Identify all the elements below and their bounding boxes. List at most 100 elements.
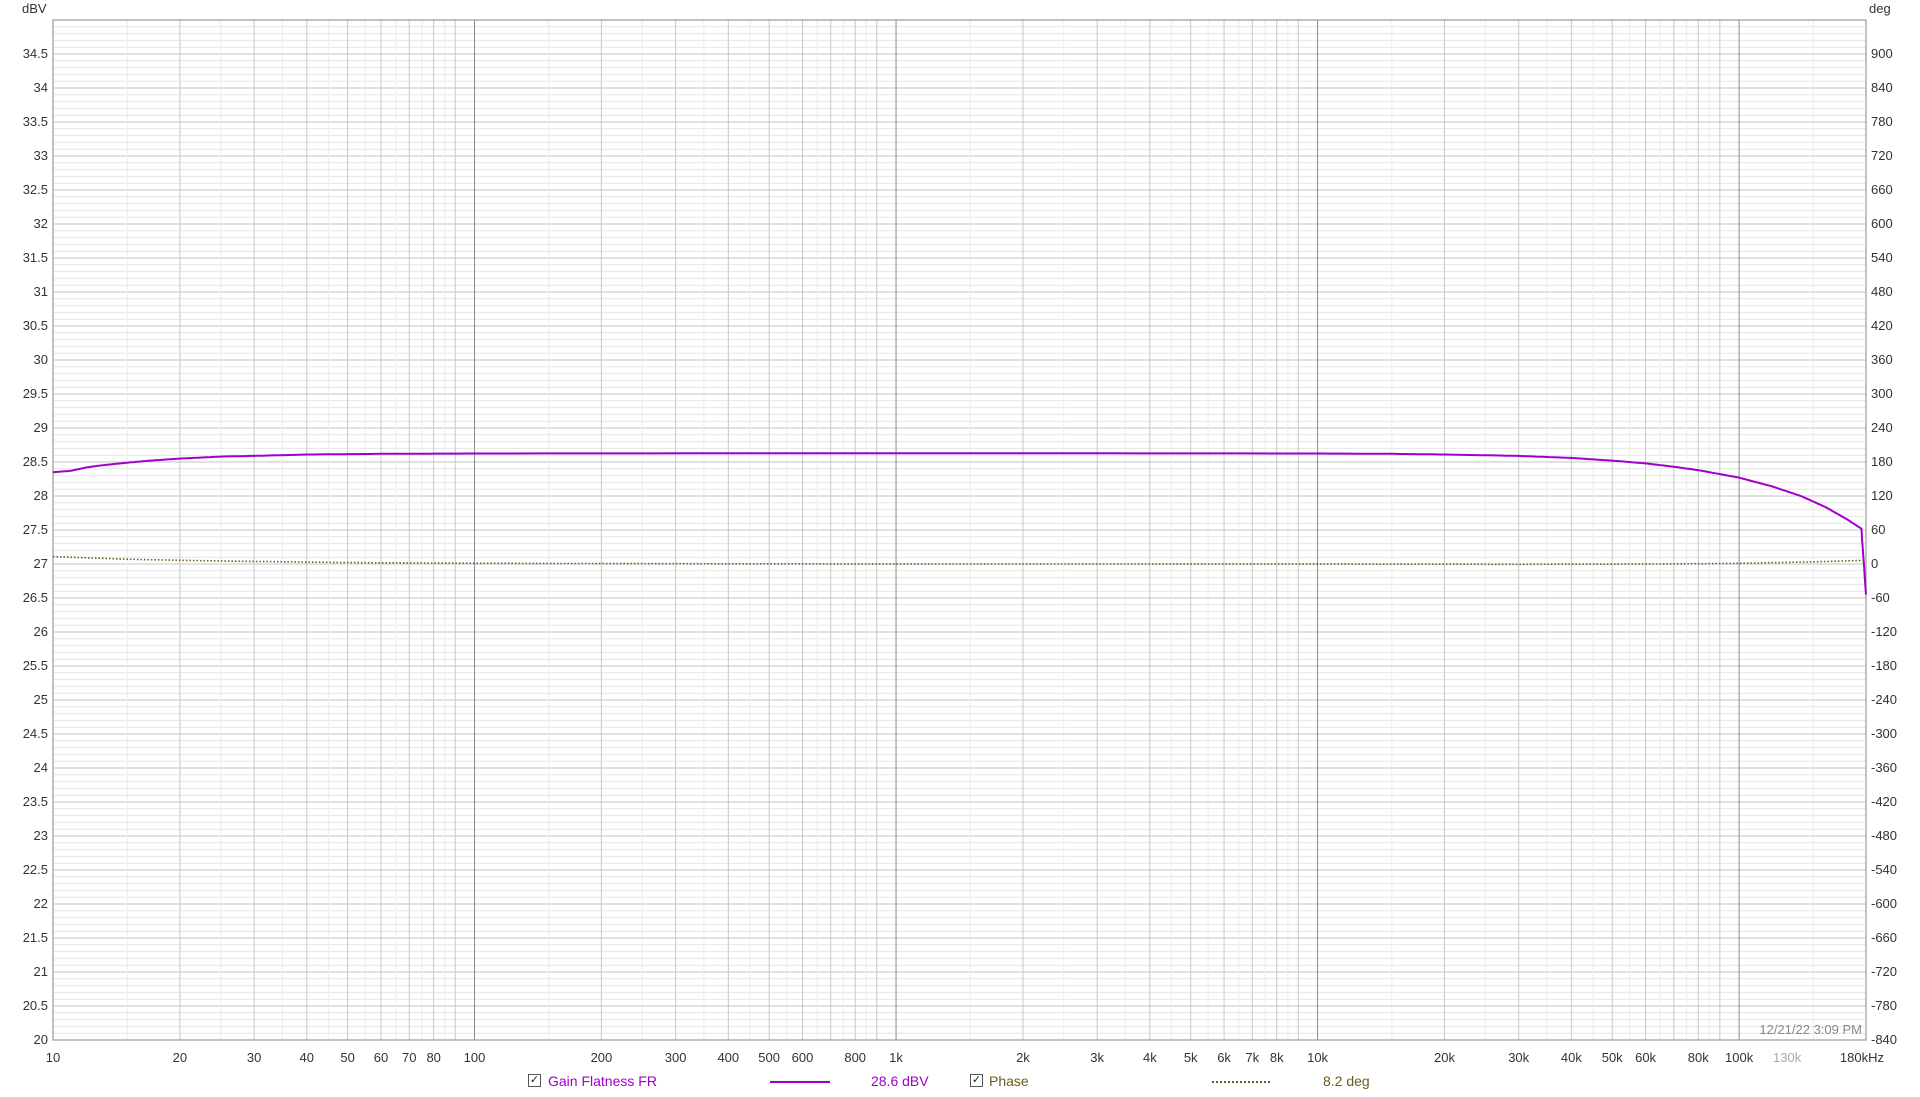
x-tick-label: 80k xyxy=(1688,1050,1709,1065)
right-tick-label: -480 xyxy=(1871,828,1897,843)
left-tick-label: 24 xyxy=(34,760,48,775)
right-tick-label: -420 xyxy=(1871,794,1897,809)
right-tick-label: 360 xyxy=(1871,352,1893,367)
x-tick-label: 80 xyxy=(426,1050,440,1065)
x-tick-label: 400 xyxy=(717,1050,739,1065)
right-tick-label: -720 xyxy=(1871,964,1897,979)
left-tick-label: 29 xyxy=(34,420,48,435)
right-tick-label: -60 xyxy=(1871,590,1890,605)
timestamp: 12/21/22 3:09 PM xyxy=(1759,1022,1862,1037)
x-axis-ticks: 10 20 30 40 50 60 70 80 100 200 300 400 500 600 800 1k 2… xyxy=(46,1050,1884,1065)
left-tick-label: 24.5 xyxy=(23,726,48,741)
left-tick-label: 25.5 xyxy=(23,658,48,673)
gain-checkbox[interactable]: ✓ xyxy=(528,1074,541,1087)
x-tick-label: 30 xyxy=(247,1050,261,1065)
right-tick-label: 480 xyxy=(1871,284,1893,299)
left-tick-label: 31 xyxy=(34,284,48,299)
left-tick-label: 28.5 xyxy=(23,454,48,469)
left-tick-label: 34 xyxy=(34,80,48,95)
left-tick-label: 27.5 xyxy=(23,522,48,537)
phase-readout: 8.2 deg xyxy=(1323,1073,1370,1089)
right-axis-unit: deg xyxy=(1869,1,1891,16)
right-tick-label: 780 xyxy=(1871,114,1893,129)
frequency-response-chart: 20 20.5 21 21.5 22 22.5 23 23.5 24 24.5 25 25.5 26 26… xyxy=(22,1,1897,1065)
right-tick-label: -660 xyxy=(1871,930,1897,945)
x-tick-label: 70 xyxy=(402,1050,416,1065)
x-tick-label: 10 xyxy=(46,1050,60,1065)
right-tick-label: 900 xyxy=(1871,46,1893,61)
x-tick-label: 4k xyxy=(1143,1050,1157,1065)
left-tick-label: 26.5 xyxy=(23,590,48,605)
left-tick-label: 21.5 xyxy=(23,930,48,945)
x-tick-label: 300 xyxy=(665,1050,687,1065)
x-tick-label: 2k xyxy=(1016,1050,1030,1065)
x-tick-label: 3k xyxy=(1090,1050,1104,1065)
left-tick-label: 23.5 xyxy=(23,794,48,809)
x-tick-label: 130k xyxy=(1773,1050,1802,1065)
x-tick-label: 60k xyxy=(1635,1050,1656,1065)
x-tick-label: 6k xyxy=(1217,1050,1231,1065)
right-tick-label: 120 xyxy=(1871,488,1893,503)
left-tick-label: 28 xyxy=(34,488,48,503)
left-tick-label: 30 xyxy=(34,352,48,367)
x-tick-label: 20 xyxy=(173,1050,187,1065)
left-tick-label: 23 xyxy=(34,828,48,843)
left-tick-label: 27 xyxy=(34,556,48,571)
right-tick-label: 840 xyxy=(1871,80,1893,95)
right-tick-label: 720 xyxy=(1871,148,1893,163)
x-tick-label: 50 xyxy=(340,1050,354,1065)
left-tick-label: 34.5 xyxy=(23,46,48,61)
right-tick-label: 180 xyxy=(1871,454,1893,469)
x-tick-label: 500 xyxy=(758,1050,780,1065)
right-tick-label: 540 xyxy=(1871,250,1893,265)
phase-legend-swatch xyxy=(1212,1081,1270,1083)
right-tick-label: 240 xyxy=(1871,420,1893,435)
x-tick-label: 40 xyxy=(300,1050,314,1065)
x-tick-label: 20k xyxy=(1434,1050,1455,1065)
left-tick-label: 30.5 xyxy=(23,318,48,333)
grid-lines xyxy=(52,20,1867,1040)
right-tick-label: -840 xyxy=(1871,1032,1897,1047)
right-tick-label: 420 xyxy=(1871,318,1893,333)
phase-line xyxy=(52,555,1867,566)
x-tick-label: 10k xyxy=(1307,1050,1328,1065)
left-tick-label: 20 xyxy=(34,1032,48,1047)
right-tick-label: 600 xyxy=(1871,216,1893,231)
phase-checkbox[interactable]: ✓ xyxy=(970,1074,983,1087)
series-group xyxy=(52,452,1867,595)
right-tick-label: 660 xyxy=(1871,182,1893,197)
left-tick-label: 32.5 xyxy=(23,182,48,197)
left-tick-label: 33 xyxy=(34,148,48,163)
x-tick-label: 7k xyxy=(1245,1050,1259,1065)
phase-legend-label: Phase xyxy=(989,1073,1029,1089)
gain-legend-swatch xyxy=(770,1081,830,1083)
x-tick-label: 60 xyxy=(374,1050,388,1065)
left-axis-unit: dBV xyxy=(22,1,47,16)
x-tick-label: 50k xyxy=(1602,1050,1623,1065)
right-tick-label: -240 xyxy=(1871,692,1897,707)
gain-flatness-line xyxy=(52,452,1867,595)
right-axis-ticks: -840-780-720-660-600-540-480-420-360-300… xyxy=(1871,46,1897,1047)
left-tick-label: 32 xyxy=(34,216,48,231)
x-tick-label: 5k xyxy=(1184,1050,1198,1065)
left-axis-ticks: 20 20.5 21 21.5 22 22.5 23 23.5 24 24.5 25 25.5 26 26… xyxy=(23,46,48,1047)
right-tick-label: 300 xyxy=(1871,386,1893,401)
right-tick-label: -540 xyxy=(1871,862,1897,877)
x-tick-label: 600 xyxy=(792,1050,814,1065)
left-tick-label: 26 xyxy=(34,624,48,639)
left-tick-label: 25 xyxy=(34,692,48,707)
x-tick-label: 100 xyxy=(464,1050,486,1065)
x-tick-label: 30k xyxy=(1508,1050,1529,1065)
left-tick-label: 22 xyxy=(34,896,48,911)
right-tick-label: 0 xyxy=(1871,556,1878,571)
left-tick-label: 31.5 xyxy=(23,250,48,265)
left-tick-label: 22.5 xyxy=(23,862,48,877)
x-tick-label: 1k xyxy=(889,1050,903,1065)
right-tick-label: -360 xyxy=(1871,760,1897,775)
left-tick-label: 33.5 xyxy=(23,114,48,129)
left-tick-label: 20.5 xyxy=(23,998,48,1013)
left-tick-label: 21 xyxy=(34,964,48,979)
x-tick-label: 800 xyxy=(844,1050,866,1065)
gain-readout: 28.6 dBV xyxy=(871,1073,929,1089)
gain-legend-label: Gain Flatness FR xyxy=(548,1073,657,1089)
